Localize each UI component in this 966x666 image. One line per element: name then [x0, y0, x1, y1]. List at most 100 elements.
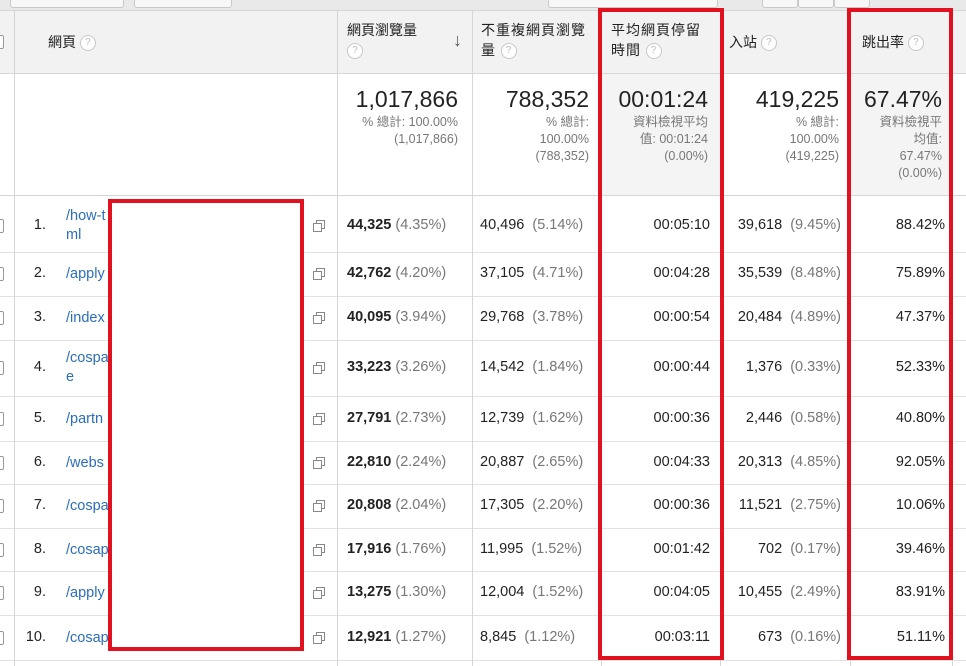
unique-pageviews-cell: 40,496 (5.14%)	[480, 216, 584, 233]
row-checkbox[interactable]	[0, 218, 4, 233]
row-divider	[0, 195, 966, 196]
redaction-box	[108, 199, 304, 651]
page-path-link[interactable]: /how-t ml	[66, 207, 106, 245]
open-page-icon[interactable]	[313, 412, 325, 425]
help-icon[interactable]: ?	[347, 43, 363, 60]
open-page-icon[interactable]	[313, 631, 325, 644]
toolbar-control[interactable]	[134, 0, 232, 8]
row-index: 5.	[33, 409, 46, 426]
page-path-link[interactable]: /apply	[66, 265, 105, 284]
row-checkbox[interactable]	[0, 586, 4, 600]
help-icon[interactable]: ?	[760, 35, 777, 52]
select-all-checkbox[interactable]	[0, 35, 4, 49]
entrances-cell: 35,539 (8.48%)	[737, 265, 841, 281]
open-page-icon[interactable]	[313, 362, 325, 374]
row-index: 1.	[33, 216, 46, 233]
help-icon[interactable]: ?	[500, 43, 517, 60]
open-page-icon[interactable]	[313, 312, 325, 324]
row-divider	[0, 73, 966, 74]
highlight-box-bounce	[847, 8, 953, 660]
pageviews-cell: 22,810 (2.24%)	[347, 453, 447, 470]
column-divider	[472, 11, 473, 666]
unique-pageviews-cell: 12,004 (1.52%)	[480, 584, 584, 600]
row-checkbox[interactable]	[0, 630, 4, 645]
column-header-entrances[interactable]: 入站 ?	[729, 32, 777, 52]
row-divider	[0, 660, 966, 661]
pageviews-cell: 17,916 (1.76%)	[347, 540, 447, 557]
page-path-link[interactable]: /cosap	[66, 629, 109, 648]
open-page-icon[interactable]	[313, 268, 325, 280]
toolbar-strip	[0, 0, 966, 11]
entrances-cell: 1,376 (0.33%)	[745, 359, 841, 375]
open-page-icon[interactable]	[313, 587, 325, 599]
total-entrances-value: 419,225	[755, 86, 839, 112]
total-pageviews-value: 1,017,866	[355, 86, 458, 112]
row-index: 4.	[33, 359, 46, 375]
pageviews-cell: 42,762 (4.20%)	[347, 265, 447, 281]
pageviews-cell: 20,808 (2.04%)	[347, 497, 447, 513]
pageviews-cell: 27,791 (2.73%)	[347, 409, 447, 426]
page-path-link[interactable]: /cospa	[66, 497, 109, 516]
entrances-cell: 702 (0.17%)	[757, 540, 841, 557]
pageviews-cell: 13,275 (1.30%)	[347, 584, 447, 600]
entrances-cell: 20,313 (4.85%)	[737, 453, 841, 470]
page-path-link[interactable]: /partn	[66, 410, 103, 429]
column-header-page[interactable]: 網頁 ?	[48, 32, 96, 52]
highlight-box-avg-time	[598, 8, 724, 660]
entrances-cell: 20,484 (4.89%)	[737, 309, 841, 325]
column-header-unique[interactable]: 不重複網頁瀏覽 量 ?	[481, 20, 586, 60]
page-path-link[interactable]: /cosap	[66, 541, 109, 560]
total-pageviews-detail: % 總計: 100.00% (1,017,866)	[362, 115, 458, 146]
entrances-cell: 673 (0.16%)	[757, 628, 841, 645]
total-entrances-detail: % 總計: 100.00% (419,225)	[785, 115, 839, 163]
row-index: 2.	[33, 265, 46, 281]
unique-pageviews-cell: 8,845 (1.12%)	[480, 628, 576, 645]
row-index: 7.	[33, 497, 46, 513]
entrances-cell: 2,446 (0.58%)	[745, 409, 841, 426]
help-icon[interactable]: ?	[79, 35, 96, 52]
unique-pageviews-cell: 29,768 (3.78%)	[480, 309, 584, 325]
open-page-icon[interactable]	[313, 500, 325, 512]
unique-pageviews-cell: 14,542 (1.84%)	[480, 359, 584, 375]
pageviews-cell: 12,921 (1.27%)	[347, 628, 447, 645]
toolbar-control[interactable]	[762, 0, 798, 8]
total-unique-value: 788,352	[505, 86, 589, 112]
total-unique-detail: % 總計: 100.00% (788,352)	[535, 115, 589, 163]
unique-pageviews-cell: 20,887 (2.65%)	[480, 453, 584, 470]
row-checkbox[interactable]	[0, 499, 4, 513]
row-checkbox[interactable]	[0, 267, 4, 281]
open-page-icon[interactable]	[313, 456, 325, 469]
column-header-pageviews[interactable]: 網頁瀏覽量 ?	[347, 20, 417, 60]
row-checkbox[interactable]	[0, 542, 4, 557]
column-divider	[337, 11, 338, 666]
pageviews-cell: 33,223 (3.26%)	[347, 359, 447, 375]
row-checkbox[interactable]	[0, 411, 4, 426]
row-index: 8.	[33, 540, 46, 557]
row-checkbox[interactable]	[0, 361, 4, 375]
row-checkbox[interactable]	[0, 311, 4, 325]
pageviews-cell: 44,325 (4.35%)	[347, 216, 447, 233]
row-index: 9.	[33, 584, 46, 600]
entrances-cell: 39,618 (9.45%)	[737, 216, 841, 233]
open-page-icon[interactable]	[313, 543, 325, 556]
page-path-link[interactable]: /cospa e	[66, 349, 109, 387]
header-cell-extra	[953, 11, 966, 73]
row-index: 10.	[25, 628, 46, 645]
toolbar-control[interactable]	[10, 0, 124, 8]
unique-pageviews-cell: 12,739 (1.62%)	[480, 409, 584, 426]
pageviews-cell: 40,095 (3.94%)	[347, 309, 447, 325]
entrances-cell: 11,521 (2.75%)	[738, 497, 841, 513]
entrances-cell: 10,455 (2.49%)	[737, 584, 841, 600]
page-path-link[interactable]: /apply	[66, 584, 105, 603]
page-path-link[interactable]: /index	[66, 309, 105, 328]
toolbar-control[interactable]	[548, 0, 718, 8]
sort-descending-icon[interactable]: ↓	[453, 30, 462, 51]
unique-pageviews-cell: 37,105 (4.71%)	[480, 265, 584, 281]
row-checkbox[interactable]	[0, 455, 4, 470]
open-page-icon[interactable]	[313, 219, 325, 232]
row-index: 6.	[33, 453, 46, 470]
toolbar-control[interactable]	[834, 0, 870, 8]
toolbar-control[interactable]	[798, 0, 834, 8]
row-index: 3.	[33, 309, 46, 325]
page-path-link[interactable]: /webs	[66, 454, 104, 473]
